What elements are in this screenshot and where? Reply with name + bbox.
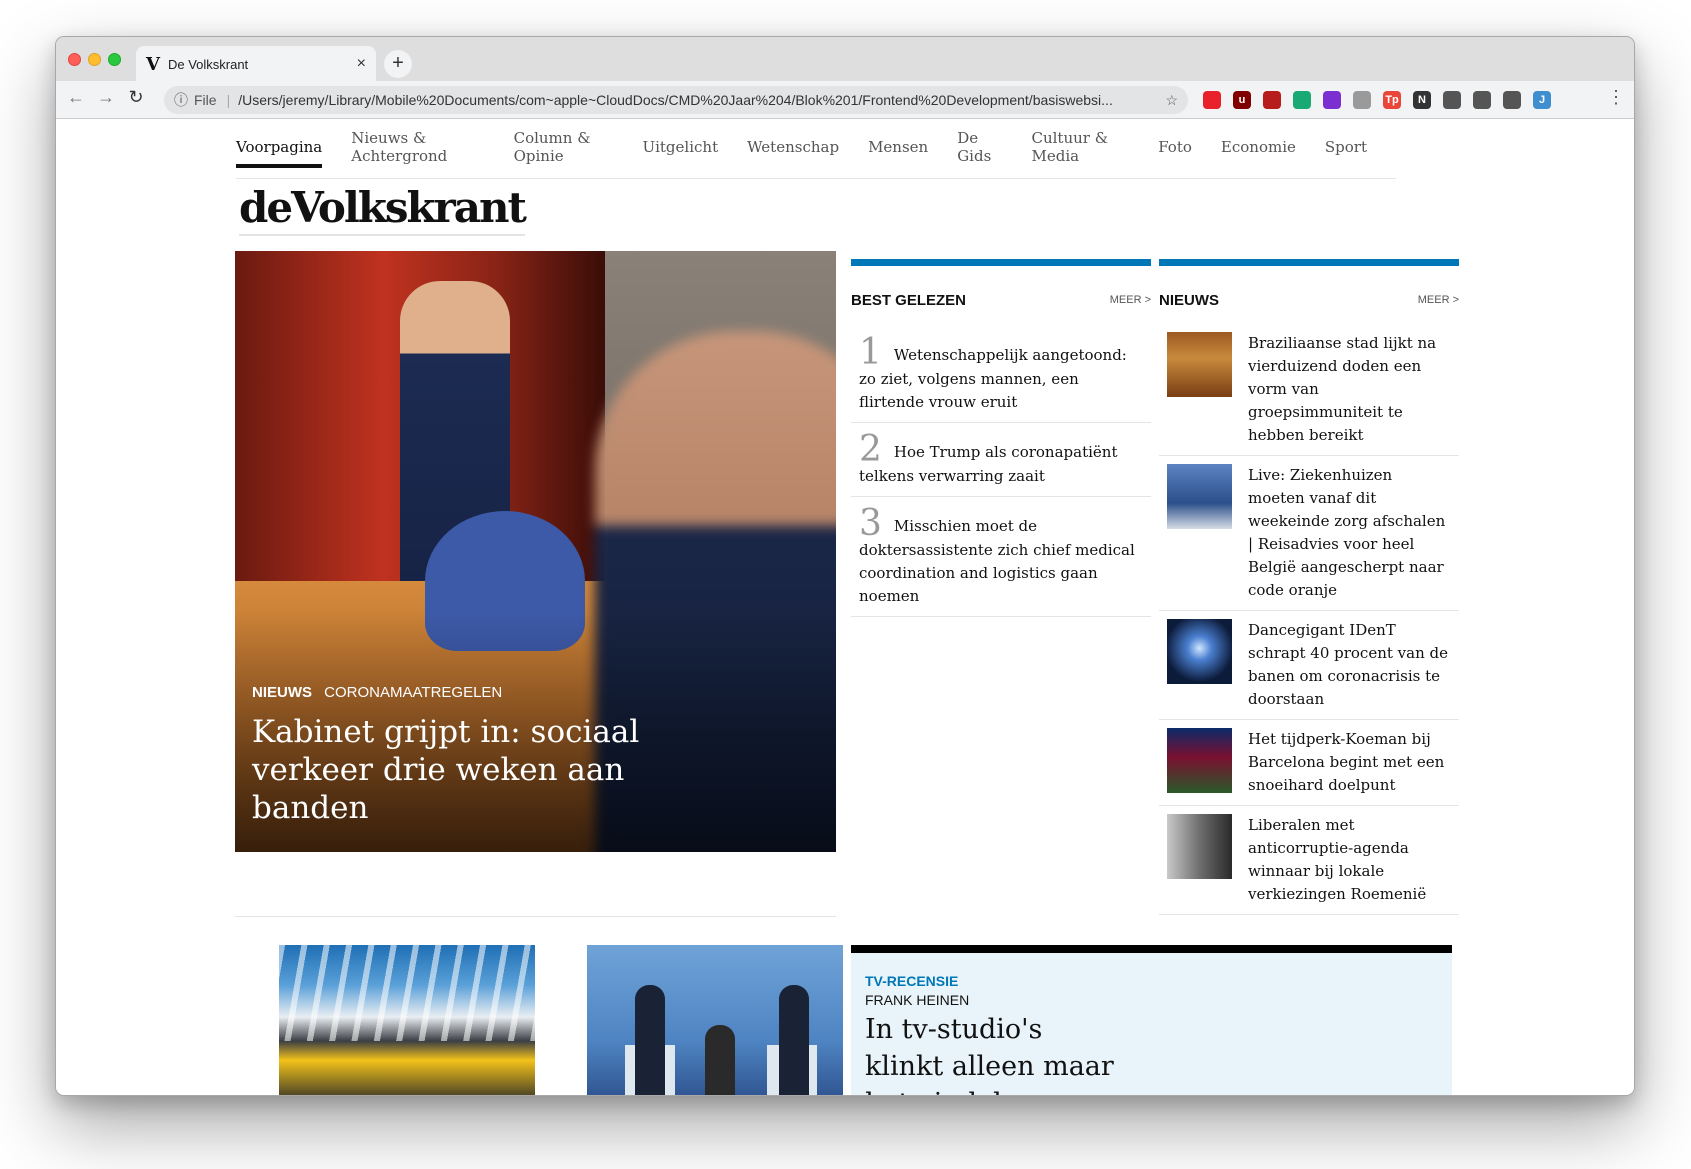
article-link[interactable]: Live: Ziekenhuizen moeten vanaf dit week… — [1248, 464, 1451, 602]
site-logo[interactable]: deVolkskrant — [239, 183, 527, 236]
more-link[interactable]: MEER > — [1110, 294, 1151, 306]
hero-article[interactable]: NIEUWS CORONAMAATREGELEN Kabinet grijpt … — [235, 251, 836, 852]
section-header: NIEUWS MEER > — [1159, 290, 1459, 310]
article-thumbnail[interactable] — [1167, 464, 1232, 529]
review-author: FRANK HEINEN — [865, 992, 970, 1008]
list-item[interactable]: 2 Hoe Trump als coronapatiënt telkens ver… — [851, 423, 1151, 497]
extension-icon[interactable]: J — [1533, 91, 1551, 109]
hero-tag-topic[interactable]: CORONAMAATREGELEN — [324, 684, 502, 701]
rank-number: 3 — [859, 503, 882, 544]
new-tab-button[interactable]: + — [384, 50, 412, 78]
section-header: BEST GELEZEN MEER > — [851, 290, 1151, 310]
file-label: File — [194, 92, 217, 108]
site-info-icon[interactable]: ⓘ — [174, 90, 188, 110]
nav-item-sport[interactable]: Sport — [1325, 138, 1367, 160]
nav-item-mensen[interactable]: Mensen — [868, 138, 928, 160]
hero-tags: NIEUWS CORONAMAATREGELEN — [252, 684, 502, 701]
maximize-window-button[interactable] — [108, 53, 121, 66]
review-kicker: TV-RECENSIE — [865, 973, 959, 989]
article-link[interactable]: Dancegigant IDenT schrapt 40 procent van… — [1248, 619, 1451, 711]
rank-number: 2 — [859, 429, 882, 470]
nieuws-section: NIEUWS MEER > Braziliaanse stad lijkt na… — [1159, 259, 1459, 915]
url-text[interactable]: /Users/jeremy/Library/Mobile%20Documents… — [238, 92, 1157, 108]
extension-icon[interactable] — [1323, 91, 1341, 109]
best-gelezen-list: 1 Wetenschappelijk aangetoond: zo ziet, v… — [851, 326, 1151, 617]
article-link[interactable]: Hoe Trump als coronapatiënt telkens verw… — [859, 443, 1117, 485]
article-thumbnail[interactable] — [1167, 619, 1232, 684]
extension-icon[interactable]: N — [1413, 91, 1431, 109]
browser-toolbar: ← → ↻ ⓘ File | /Users/jeremy/Library/Mob… — [56, 81, 1634, 119]
article-link[interactable]: Wetenschappelijk aangetoond: zo ziet, vo… — [859, 346, 1127, 411]
extension-icon[interactable] — [1443, 91, 1461, 109]
hero-tag-nieuws[interactable]: NIEUWS — [252, 684, 312, 701]
tab-close-icon[interactable]: × — [357, 55, 366, 73]
extension-icon[interactable]: u — [1233, 91, 1251, 109]
tab-strip: V De Volkskrant × + — [56, 37, 1634, 82]
nav-item-uitgelicht[interactable]: Uitgelicht — [642, 138, 718, 160]
nav-item-column-opinie[interactable]: Column & Opinie — [514, 129, 614, 169]
list-item[interactable]: 3 Misschien moet de doktersassistente zic… — [851, 497, 1151, 617]
extension-icon[interactable] — [1263, 91, 1281, 109]
nav-item-de-gids[interactable]: De Gids — [957, 129, 1002, 169]
menu-icon[interactable]: ⋮ — [1604, 87, 1628, 108]
favicon-icon: V — [146, 53, 160, 75]
list-item[interactable]: Live: Ziekenhuizen moeten vanaf dit week… — [1159, 456, 1459, 611]
article-thumbnail[interactable] — [1167, 728, 1232, 793]
extension-icon[interactable]: Tp — [1383, 91, 1401, 109]
article-link[interactable]: Misschien moet de doktersassistente zich… — [859, 517, 1135, 605]
list-item[interactable]: Braziliaanse stad lijkt na vierduizend d… — [1159, 324, 1459, 456]
nav-item-foto[interactable]: Foto — [1158, 138, 1192, 160]
photo-person — [705, 1025, 735, 1095]
minimize-window-button[interactable] — [88, 53, 101, 66]
nav-item-voorpagina[interactable]: Voorpagina — [236, 138, 323, 168]
address-bar[interactable]: ⓘ File | /Users/jeremy/Library/Mobile%20… — [164, 86, 1188, 114]
close-window-button[interactable] — [68, 53, 81, 66]
hero-divider — [235, 916, 836, 917]
tab-title: De Volkskrant — [167, 56, 249, 72]
list-item[interactable]: 1 Wetenschappelijk aangetoond: zo ziet, v… — [851, 326, 1151, 423]
article-link[interactable]: Liberalen met anticorruptie-agenda winna… — [1248, 814, 1451, 906]
list-item[interactable]: Dancegigant IDenT schrapt 40 procent van… — [1159, 611, 1459, 720]
section-title: BEST GELEZEN — [851, 291, 967, 309]
extension-icon[interactable] — [1203, 91, 1221, 109]
url-separator: | — [226, 92, 231, 108]
photo-person — [779, 985, 809, 1095]
site-navigation: Voorpagina Nieuws & Achtergrond Column & O… — [236, 119, 1396, 179]
list-item[interactable]: Liberalen met anticorruptie-agenda winna… — [1159, 806, 1459, 915]
section-bar — [1159, 259, 1459, 266]
nav-item-economie[interactable]: Economie — [1221, 138, 1296, 160]
article-card-press-conference-photo[interactable] — [587, 945, 843, 1095]
extension-icon[interactable] — [1503, 91, 1521, 109]
extension-icon[interactable] — [1353, 91, 1371, 109]
article-thumbnail[interactable] — [1167, 814, 1232, 879]
nav-item-nieuws-achtergrond[interactable]: Nieuws & Achtergrond — [351, 129, 484, 169]
nav-item-wetenschap[interactable]: Wetenschap — [747, 138, 839, 160]
web-page: Voorpagina Nieuws & Achtergrond Column & O… — [56, 119, 1634, 1095]
browser-tab[interactable]: V De Volkskrant × — [136, 46, 376, 82]
bookmark-star-icon[interactable]: ☆ — [1165, 92, 1178, 109]
article-thumbnail[interactable] — [1167, 332, 1232, 397]
rank-number: 1 — [859, 332, 882, 373]
forward-icon[interactable]: → — [94, 87, 118, 108]
nav-item-cultuur-media[interactable]: Cultuur & Media — [1032, 129, 1130, 169]
article-link[interactable]: Het tijdperk-Koeman bij Barcelona begint… — [1248, 728, 1451, 797]
list-item[interactable]: Het tijdperk-Koeman bij Barcelona begint… — [1159, 720, 1459, 806]
extension-icon[interactable] — [1293, 91, 1311, 109]
more-link[interactable]: MEER > — [1418, 294, 1459, 306]
extension-icon[interactable] — [1473, 91, 1491, 109]
back-icon[interactable]: ← — [64, 87, 88, 108]
review-title[interactable]: In tv-studio's klinkt alleen maar het ei… — [865, 1011, 1125, 1095]
reload-icon[interactable]: ↻ — [124, 87, 148, 108]
review-card[interactable]: TV-RECENSIE FRANK HEINEN In tv-studio's … — [851, 945, 1452, 1095]
nieuws-list: Braziliaanse stad lijkt na vierduizend d… — [1159, 324, 1459, 915]
browser-window: V De Volkskrant × + ← → ↻ ⓘ File | /User… — [55, 36, 1635, 1096]
section-bar — [851, 259, 1151, 266]
hero-headline[interactable]: Kabinet grijpt in: sociaal verkeer drie … — [252, 713, 652, 827]
article-link[interactable]: Braziliaanse stad lijkt na vierduizend d… — [1248, 332, 1451, 447]
photo-person — [635, 985, 665, 1095]
section-title: NIEUWS — [1159, 291, 1219, 309]
article-card-station-photo[interactable] — [279, 945, 535, 1095]
best-gelezen-section: BEST GELEZEN MEER > 1 Wetenschappelijk aa… — [851, 259, 1151, 617]
